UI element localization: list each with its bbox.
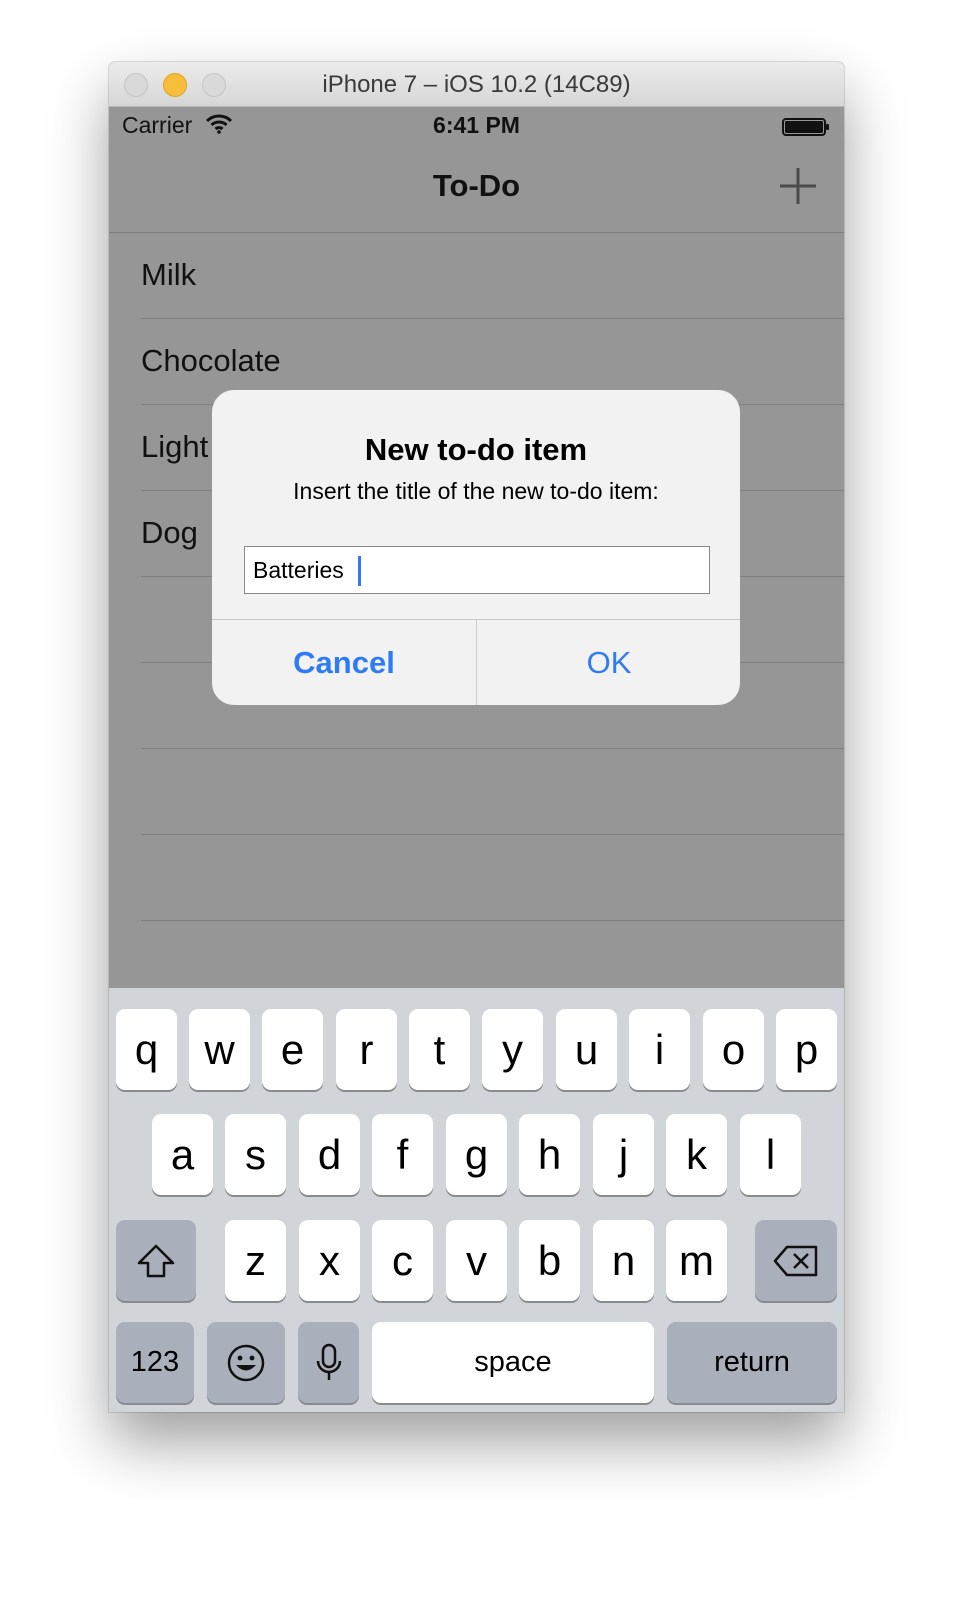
nav-title: To-Do — [432, 168, 521, 203]
backspace-icon — [773, 1245, 818, 1276]
delete-key[interactable] — [755, 1220, 837, 1301]
empty-row — [109, 835, 844, 921]
list-item-label: Dog — [141, 515, 198, 550]
row-separator — [141, 920, 844, 921]
window-titlebar: iPhone 7 – iOS 10.2 (14C89) — [109, 62, 844, 107]
key-p[interactable]: p — [776, 1009, 837, 1090]
emoji-icon — [227, 1344, 265, 1381]
key-w[interactable]: w — [189, 1009, 250, 1090]
return-key[interactable]: return — [667, 1322, 837, 1403]
empty-row — [109, 749, 844, 835]
emoji-key[interactable] — [207, 1322, 285, 1403]
key-x[interactable]: x — [299, 1220, 360, 1301]
list-item-label: Light — [141, 429, 209, 464]
clock: 6:41 PM — [433, 112, 520, 138]
alert-title: New to-do item — [364, 432, 588, 467]
key-s[interactable]: s — [225, 1114, 286, 1195]
navigation-bar: To-Do — [109, 146, 844, 233]
key-q[interactable]: q — [116, 1009, 177, 1090]
space-key[interactable]: space — [372, 1322, 654, 1403]
key-g[interactable]: g — [446, 1114, 507, 1195]
numbers-key[interactable]: 123 — [116, 1322, 194, 1403]
key-d[interactable]: d — [299, 1114, 360, 1195]
keyboard: q w e r t y u i o p a s d f g h j k l z … — [109, 988, 844, 1412]
key-f[interactable]: f — [372, 1114, 433, 1195]
list-item-label: Milk — [141, 257, 197, 292]
key-u[interactable]: u — [556, 1009, 617, 1090]
key-r[interactable]: r — [336, 1009, 397, 1090]
status-bar: Carrier 6:41 PM — [109, 106, 844, 146]
key-c[interactable]: c — [372, 1220, 433, 1301]
dictation-key[interactable] — [298, 1322, 359, 1403]
add-item-button[interactable] — [778, 166, 818, 206]
simulator-window: iPhone 7 – iOS 10.2 (14C89) Carrier 6:41… — [109, 62, 844, 1412]
new-item-alert: New to-do item Insert the title of the n… — [212, 390, 740, 705]
item-title-field[interactable] — [244, 546, 710, 594]
alert-message: Insert the title of the new to-do item: — [293, 478, 659, 504]
key-i[interactable]: i — [629, 1009, 690, 1090]
key-a[interactable]: a — [152, 1114, 213, 1195]
shift-icon — [137, 1244, 175, 1277]
key-b[interactable]: b — [519, 1220, 580, 1301]
key-l[interactable]: l — [740, 1114, 801, 1195]
window-title: iPhone 7 – iOS 10.2 (14C89) — [322, 71, 631, 98]
item-title-input[interactable] — [245, 547, 709, 593]
plus-icon — [780, 168, 816, 204]
key-m[interactable]: m — [666, 1220, 727, 1301]
microphone-icon — [316, 1343, 341, 1380]
key-h[interactable]: h — [519, 1114, 580, 1195]
cancel-button[interactable]: Cancel — [212, 620, 476, 705]
text-caret — [358, 556, 361, 586]
key-e[interactable]: e — [262, 1009, 323, 1090]
key-j[interactable]: j — [593, 1114, 654, 1195]
battery-icon — [782, 118, 830, 141]
shift-key[interactable] — [116, 1220, 196, 1301]
list-item[interactable]: Milk — [109, 233, 844, 319]
key-o[interactable]: o — [703, 1009, 764, 1090]
key-y[interactable]: y — [482, 1009, 543, 1090]
key-k[interactable]: k — [666, 1114, 727, 1195]
key-v[interactable]: v — [446, 1220, 507, 1301]
ok-button[interactable]: OK — [477, 620, 740, 705]
key-n[interactable]: n — [593, 1220, 654, 1301]
list-item-label: Chocolate — [141, 343, 281, 378]
key-t[interactable]: t — [409, 1009, 470, 1090]
key-z[interactable]: z — [225, 1220, 286, 1301]
